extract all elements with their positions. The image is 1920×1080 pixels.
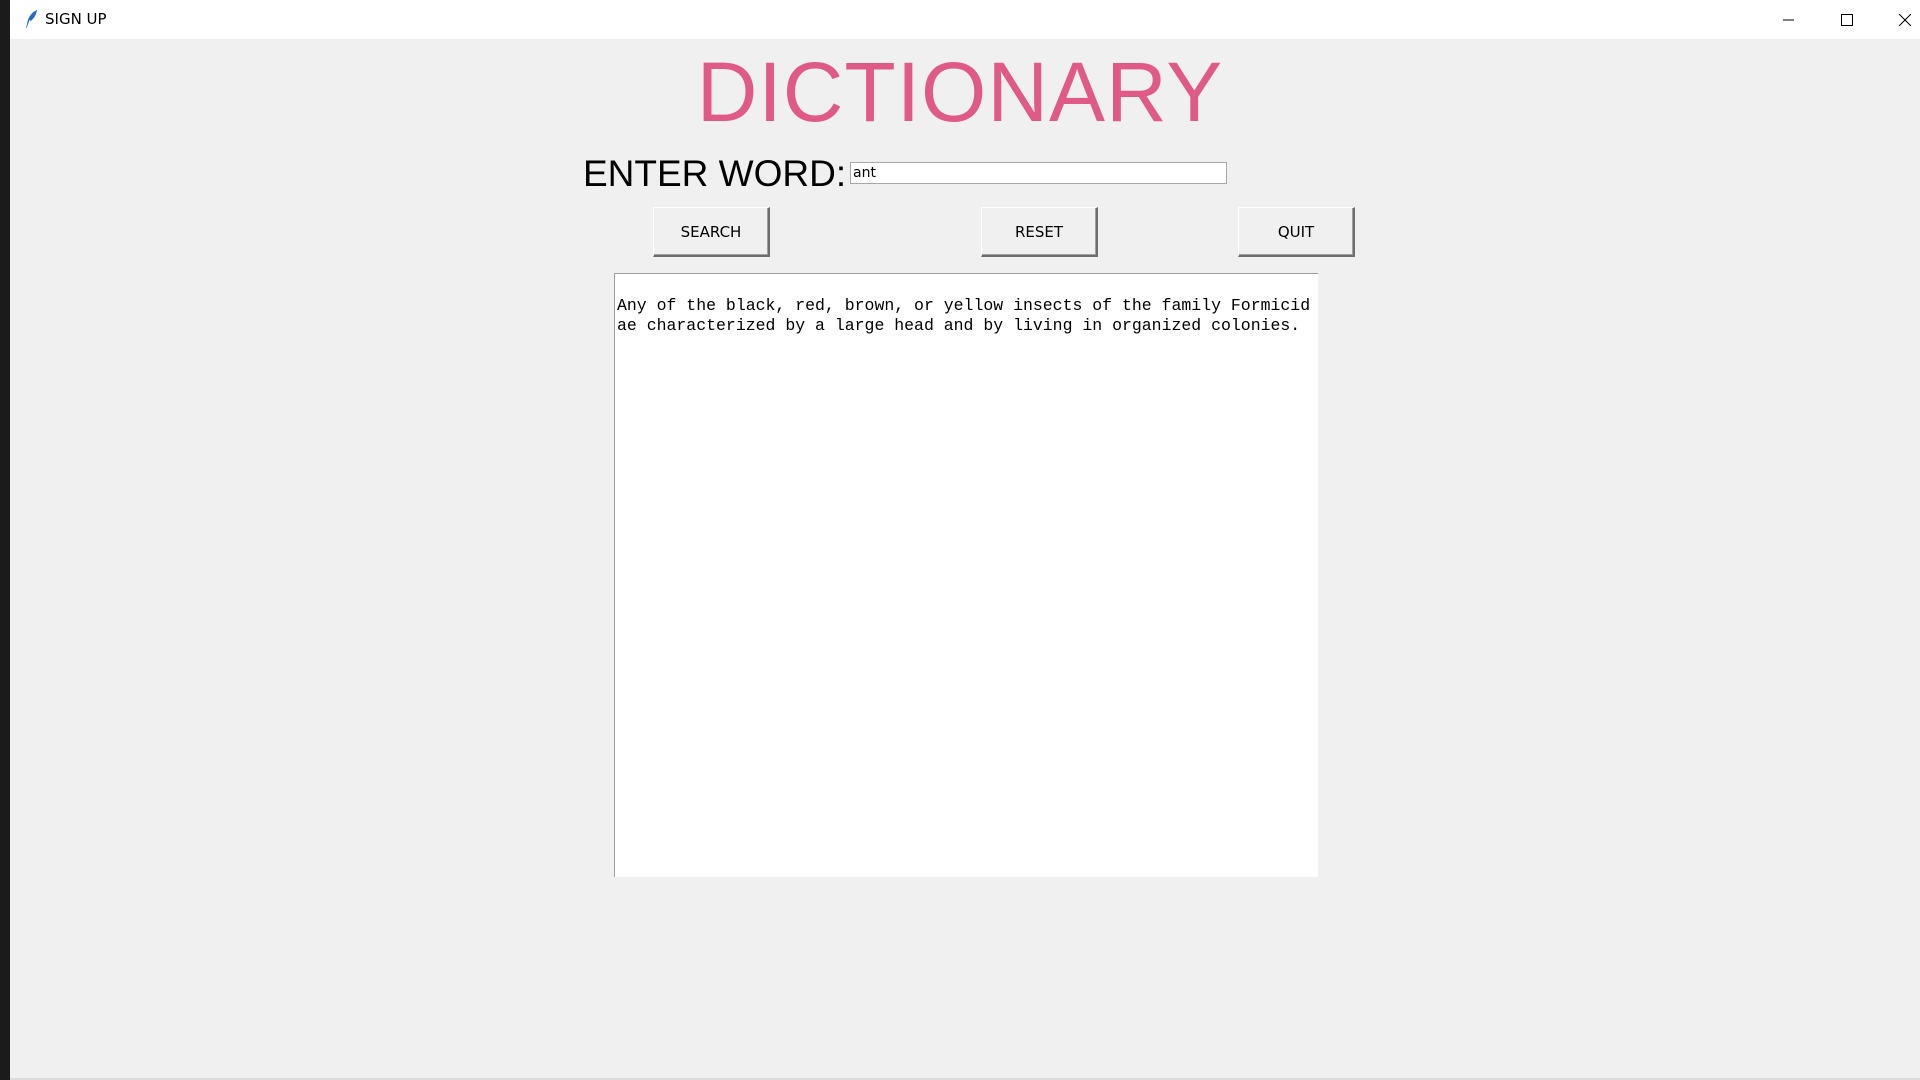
close-button[interactable] [1876, 0, 1920, 39]
page-title: DICTIONARY [696, 45, 1224, 139]
feather-icon [24, 9, 40, 29]
maximize-button[interactable] [1818, 0, 1876, 39]
window-title: SIGN UP [45, 10, 107, 28]
maximize-icon [1841, 13, 1853, 26]
app-window: SIGN UP DICTIONARY ENTER WORD: SEARCH RE… [10, 0, 1920, 1080]
minimize-button[interactable] [1760, 0, 1818, 39]
enter-word-label: ENTER WORD: [583, 153, 847, 194]
definition-textbox[interactable]: Any of the black, red, brown, or yellow … [614, 273, 1318, 877]
title-bar: SIGN UP [10, 0, 1920, 39]
search-button[interactable]: SEARCH [653, 207, 770, 257]
quit-button[interactable]: QUIT [1238, 207, 1355, 257]
minimize-icon [1783, 14, 1795, 26]
reset-button[interactable]: RESET [981, 207, 1098, 257]
close-icon [1899, 13, 1911, 26]
definition-text: Any of the black, red, brown, or yellow … [617, 296, 1311, 335]
word-input[interactable] [850, 162, 1227, 184]
